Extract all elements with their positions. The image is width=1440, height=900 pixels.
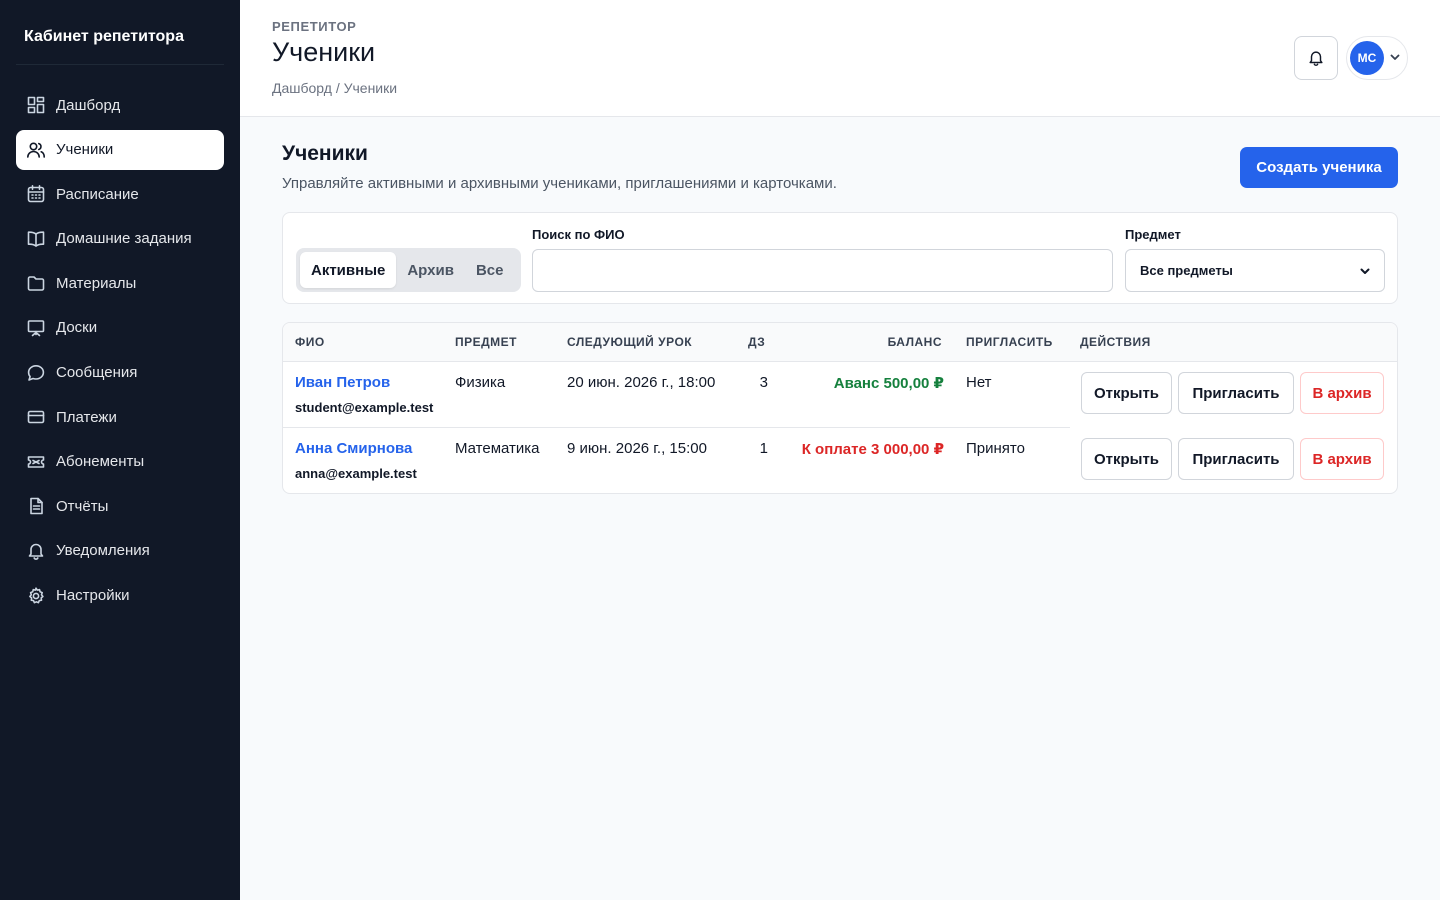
sidebar-item-label: Уведомления <box>56 542 150 560</box>
invite-status: Принято <box>966 440 1025 457</box>
open-button[interactable]: Открыть <box>1081 438 1172 480</box>
dashboard-icon <box>26 95 46 115</box>
sidebar-item-boards[interactable]: Доски <box>16 308 224 348</box>
search-label: Поиск по ФИО <box>532 227 625 242</box>
search-input[interactable] <box>532 249 1113 292</box>
sidebar-item-label: Домашние задания <box>56 230 192 248</box>
student-name-link[interactable]: Анна Смирнова <box>295 440 412 457</box>
subject-select-value: Все предметы <box>1140 263 1233 278</box>
next-lesson: 9 июн. 2026 г., 15:00 <box>567 440 707 457</box>
ticket-icon <box>26 452 46 472</box>
column-header-invite: ПРИГЛАСИТЬ <box>966 335 1053 349</box>
invite-button[interactable]: Пригласить <box>1178 372 1294 414</box>
sidebar-item-materials[interactable]: Материалы <box>16 263 224 303</box>
open-button[interactable]: Открыть <box>1081 372 1172 414</box>
avatar: МС <box>1350 41 1384 75</box>
page-header: РЕПЕТИТОР Ученики Дашборд / Ученики МС <box>240 0 1440 117</box>
breadcrumb[interactable]: Дашборд / Ученики <box>272 80 397 96</box>
sidebar-item-notifications[interactable]: Уведомления <box>16 531 224 571</box>
bell-icon <box>26 541 46 561</box>
sidebar-item-subscriptions[interactable]: Абонементы <box>16 442 224 482</box>
column-header-subject: ПРЕДМЕТ <box>455 335 518 349</box>
homework-count: 1 <box>759 440 768 457</box>
tab-active[interactable]: Активные <box>300 252 397 288</box>
role-label: РЕПЕТИТОР <box>272 19 357 34</box>
archive-button[interactable]: В архив <box>1300 372 1384 414</box>
sidebar-nav: Дашборд Ученики Расписание Домашние зада… <box>16 85 224 616</box>
balance-value: К оплате 3 000,00 ₽ <box>801 441 944 458</box>
brand-title: Кабинет репетитора <box>16 0 224 65</box>
calendar-icon <box>26 184 46 204</box>
sidebar-item-label: Абонементы <box>56 453 145 471</box>
notifications-button[interactable] <box>1294 36 1338 80</box>
column-header-actions: ДЕЙСТВИЯ <box>1080 335 1151 349</box>
sidebar-item-label: Расписание <box>56 185 139 203</box>
sidebar-item-homework[interactable]: Домашние задания <box>16 219 224 259</box>
column-header-next-lesson: СЛЕДУЮЩИЙ УРОК <box>567 335 693 349</box>
bell-icon <box>1307 49 1325 67</box>
column-header-name: ФИО <box>295 335 325 349</box>
sidebar-item-label: Ученики <box>56 141 114 159</box>
table-header: ФИО ПРЕДМЕТ СЛЕДУЮЩИЙ УРОК ДЗ БАЛАНС ПРИ… <box>283 323 1397 362</box>
user-menu-button[interactable]: МС <box>1346 36 1408 80</box>
sidebar-item-label: Сообщения <box>56 364 138 382</box>
archive-button[interactable]: В архив <box>1300 438 1384 480</box>
sidebar-item-payments[interactable]: Платежи <box>16 397 224 437</box>
sidebar: Кабинет репетитора Дашборд Ученики Распи… <box>0 0 240 900</box>
users-icon <box>26 140 46 160</box>
table-row: Анна Смирнова anna@example.test Математи… <box>283 428 1397 493</box>
sidebar-item-reports[interactable]: Отчёты <box>16 486 224 526</box>
invite-button[interactable]: Пригласить <box>1178 438 1294 480</box>
create-student-button[interactable]: Создать ученика <box>1240 147 1398 188</box>
subject-select[interactable]: Все предметы <box>1125 249 1385 292</box>
gear-icon <box>26 586 46 606</box>
next-lesson: 20 июн. 2026 г., 18:00 <box>567 374 716 391</box>
student-subject: Физика <box>455 374 506 391</box>
sidebar-item-schedule[interactable]: Расписание <box>16 174 224 214</box>
sidebar-item-label: Дашборд <box>56 96 121 114</box>
tab-all[interactable]: Все <box>465 252 515 288</box>
sidebar-item-messages[interactable]: Сообщения <box>16 353 224 393</box>
student-subject: Математика <box>455 440 540 457</box>
sidebar-item-dashboard[interactable]: Дашборд <box>16 85 224 125</box>
folder-icon <box>26 273 46 293</box>
section-subtitle: Управляйте активными и архивными ученика… <box>282 175 837 192</box>
sidebar-item-label: Настройки <box>56 587 130 605</box>
sidebar-item-label: Платежи <box>56 408 117 426</box>
subject-label: Предмет <box>1125 227 1181 242</box>
chevron-down-icon <box>1390 49 1400 67</box>
chat-icon <box>26 363 46 383</box>
sidebar-item-label: Доски <box>56 319 98 337</box>
sidebar-item-students[interactable]: Ученики <box>16 129 224 170</box>
chevron-down-icon <box>1360 266 1370 276</box>
balance-value: Аванс 500,00 ₽ <box>833 375 944 392</box>
sidebar-item-label: Материалы <box>56 274 137 292</box>
report-icon <box>26 496 46 516</box>
students-table: ФИО ПРЕДМЕТ СЛЕДУЮЩИЙ УРОК ДЗ БАЛАНС ПРИ… <box>282 322 1398 494</box>
sidebar-item-settings[interactable]: Настройки <box>16 576 224 616</box>
card-icon <box>26 407 46 427</box>
filters-card: Активные Архив Все Поиск по ФИО Предмет … <box>282 212 1398 304</box>
tab-archive[interactable]: Архив <box>396 252 465 288</box>
table-row: Иван Петров student@example.test Физика … <box>283 362 1397 428</box>
student-name-link[interactable]: Иван Петров <box>295 374 390 391</box>
whiteboard-icon <box>26 318 46 338</box>
column-header-homework: ДЗ <box>748 335 766 349</box>
book-icon <box>26 229 46 249</box>
invite-status: Нет <box>966 374 992 391</box>
student-email: anna@example.test <box>295 466 417 481</box>
homework-count: 3 <box>759 374 768 391</box>
status-tabs: Активные Архив Все <box>296 248 521 292</box>
sidebar-item-label: Отчёты <box>56 497 109 515</box>
section-title: Ученики <box>282 142 368 165</box>
student-email: student@example.test <box>295 400 434 415</box>
column-header-balance: БАЛАНС <box>887 335 942 349</box>
page-title: Ученики <box>272 37 376 67</box>
